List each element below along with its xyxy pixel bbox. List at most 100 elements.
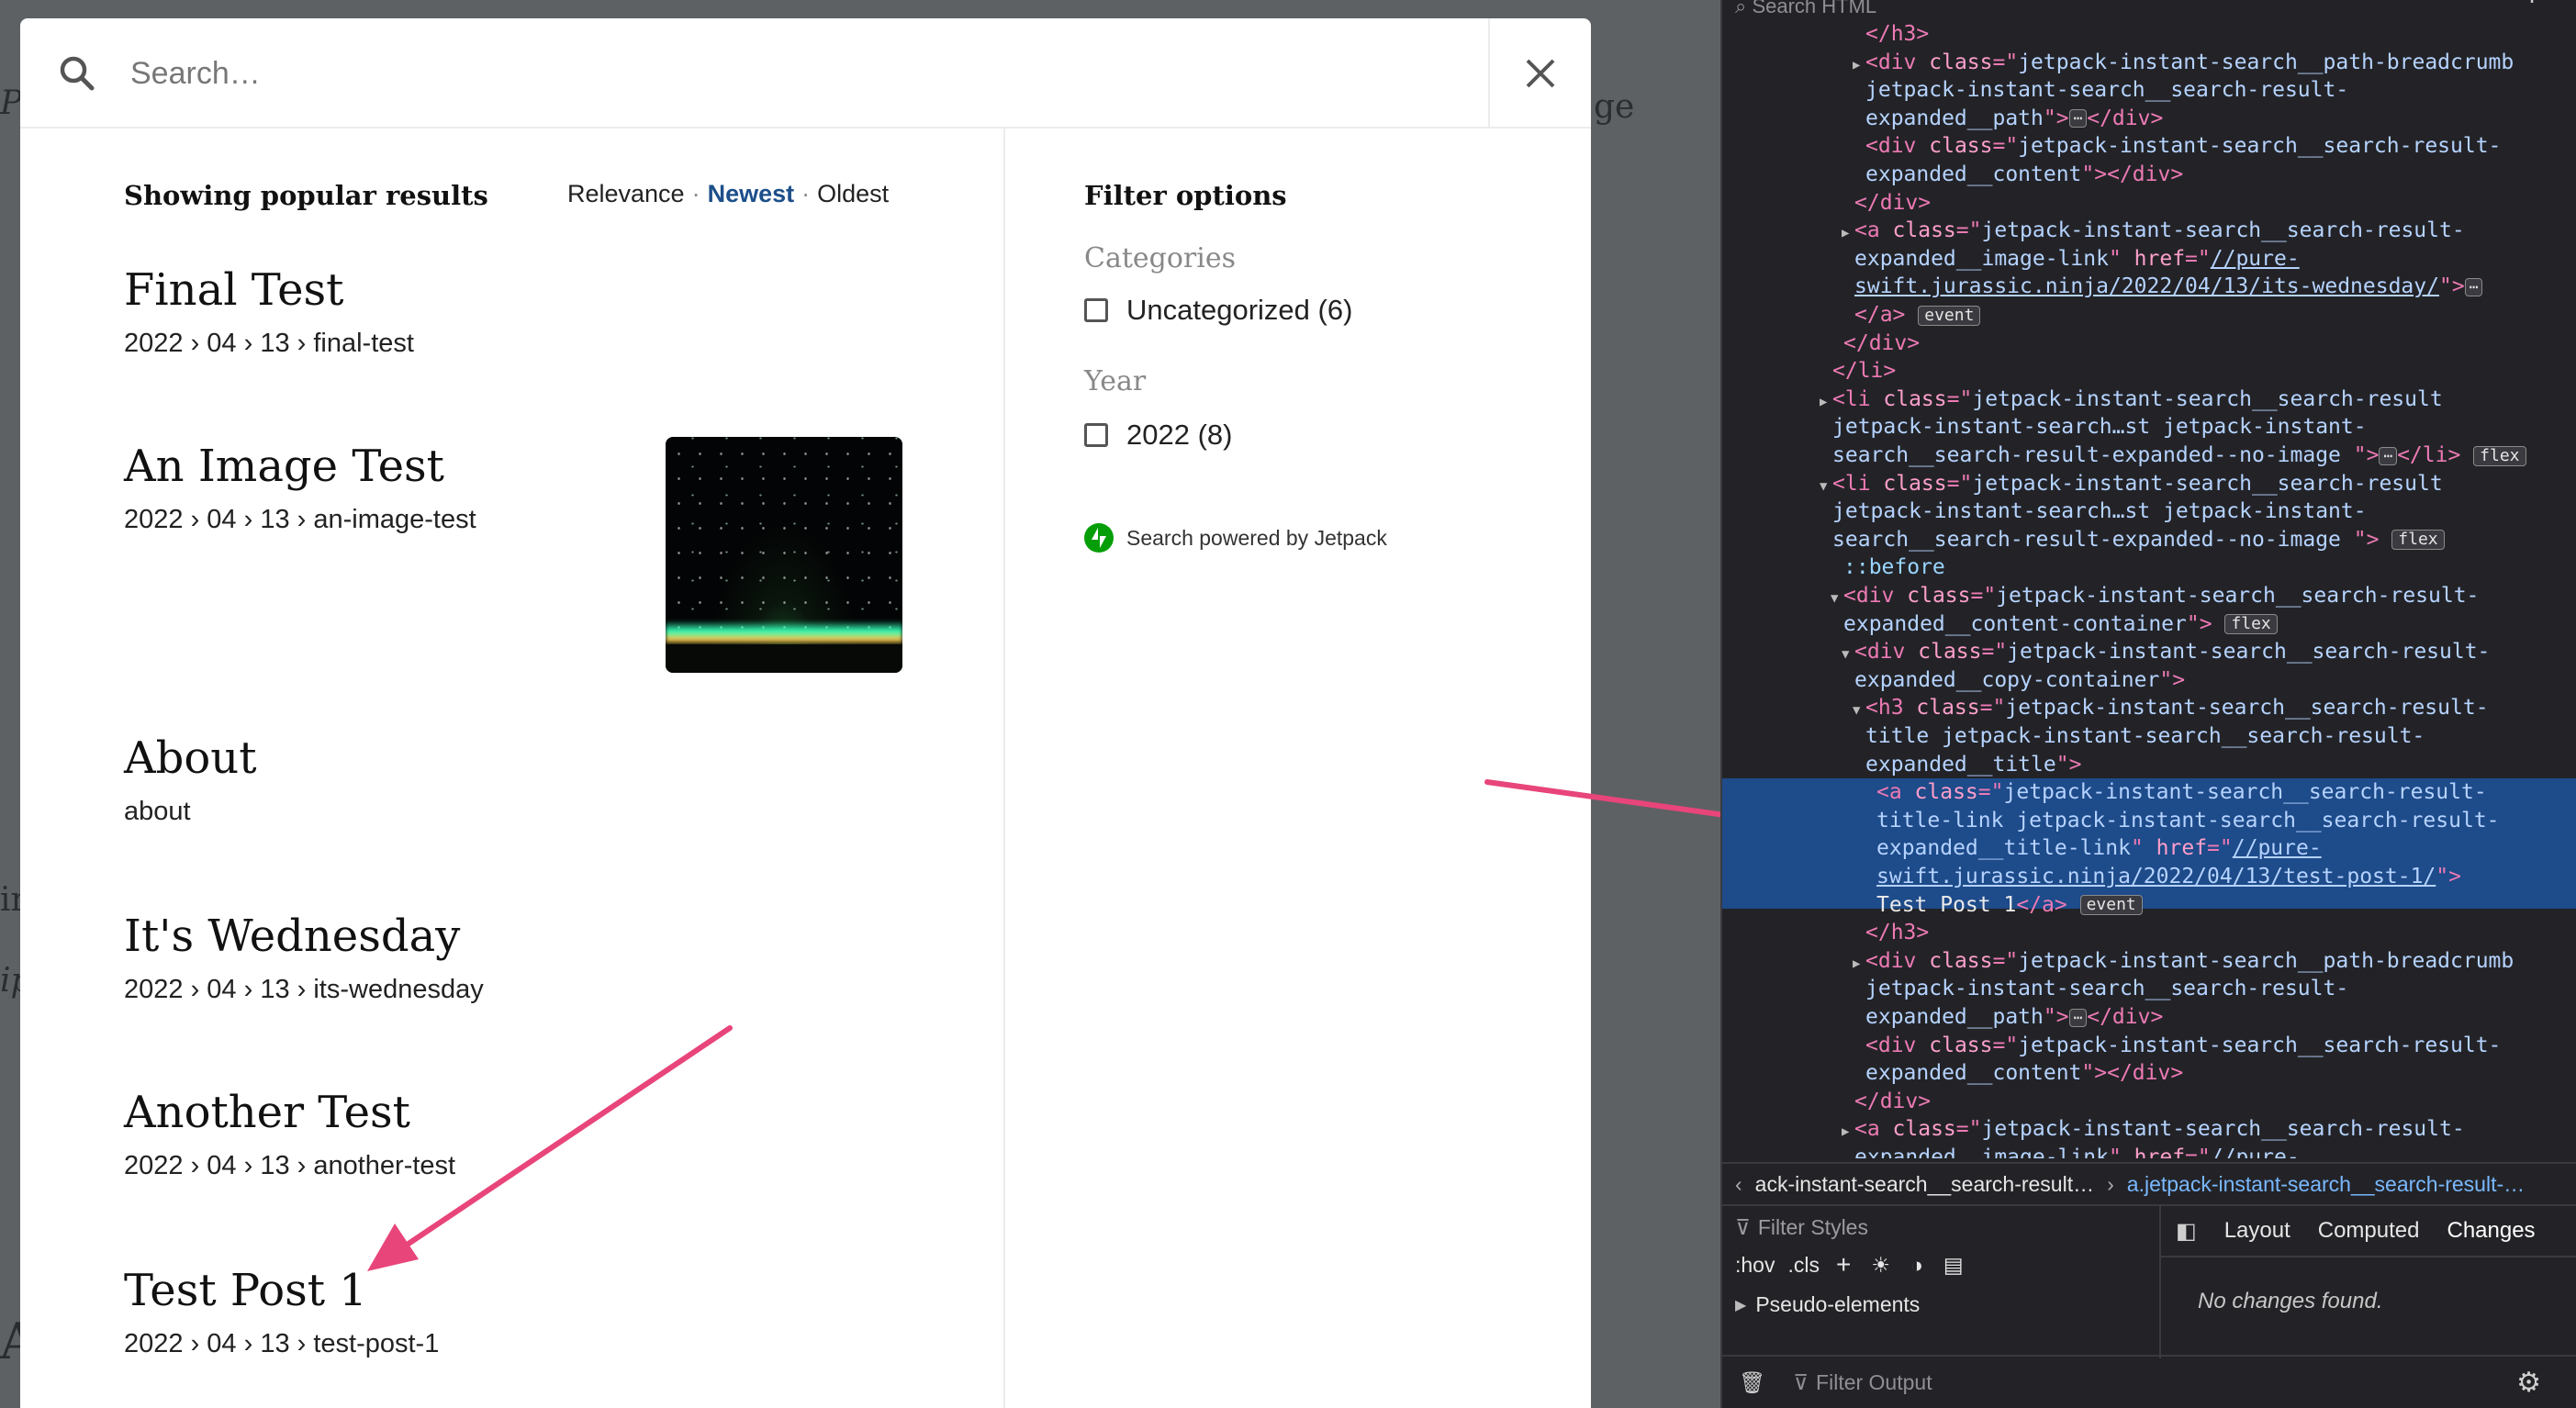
tab-layout[interactable]: Layout (2224, 1218, 2290, 1244)
html-tree-line[interactable]: ▼ <li class="jetpack-instant-search__sear… (1722, 470, 2576, 497)
html-tree-line[interactable]: expanded__content-container"> flex (1722, 610, 2576, 638)
expand-triangle-icon[interactable]: ▶ (1820, 388, 1832, 416)
filter-checkbox-year-2022[interactable]: 2022 (8) (1084, 419, 1232, 452)
result-thumbnail-image[interactable] (666, 437, 902, 673)
search-input[interactable] (130, 40, 1462, 106)
html-tree-line[interactable]: </a> event (1722, 301, 2576, 329)
html-tree-line[interactable]: expanded__image-link" href="//pure- (1722, 1144, 2576, 1158)
tab-computed[interactable]: Computed (2318, 1218, 2420, 1244)
html-tree-line[interactable]: swift.jurassic.ninja/2022/04/13/test-pos… (1722, 863, 2576, 890)
devtools-search[interactable]: ⌕ Search HTML + (1722, 0, 2576, 20)
code-token: ⋯ (2068, 1008, 2088, 1027)
close-button[interactable] (1488, 18, 1591, 129)
settings-icon[interactable]: ⚙ (2516, 1367, 2541, 1399)
expand-triangle-icon[interactable]: ▼ (1842, 641, 1854, 668)
code-token: =" (1977, 780, 2004, 805)
print-media-icon[interactable]: ▤ (1943, 1253, 1964, 1278)
sort-relevance[interactable]: Relevance (567, 180, 685, 207)
html-tree-line[interactable]: </h3> (1722, 919, 2576, 946)
html-tree-line[interactable]: expanded__title"> (1722, 751, 2576, 778)
sort-separator: · (801, 180, 811, 207)
add-rule-icon[interactable]: + (1836, 1250, 1851, 1279)
code-token: flex (2391, 530, 2445, 551)
trash-icon[interactable]: 🗑 (1739, 1370, 1765, 1395)
breadcrumb-item[interactable]: ack-instant-search__search-result… (1755, 1172, 2094, 1197)
sidebar-toggle-icon[interactable]: ◧ (2176, 1218, 2197, 1245)
jetpack-powered-link[interactable]: Search powered by Jetpack (1084, 523, 1387, 553)
filter-output-input[interactable]: Filter Output (1816, 1370, 1932, 1395)
html-tree-line[interactable]: Test Post 1</a> event (1722, 891, 2576, 919)
html-tree-line[interactable]: swift.jurassic.ninja/2022/04/13/its-wedn… (1722, 273, 2576, 300)
html-tree-line[interactable]: title jetpack-instant-search__search-res… (1722, 722, 2576, 750)
expand-triangle-icon[interactable]: ▼ (1853, 697, 1865, 724)
pseudo-elements-row[interactable]: ▶ Pseudo-elements (1735, 1292, 1920, 1317)
expand-triangle-icon[interactable]: ▶ (1853, 950, 1865, 978)
light-mode-icon[interactable]: ☀ (1871, 1253, 1890, 1278)
html-tree-line[interactable]: expanded__content"></div> (1722, 1059, 2576, 1087)
html-tree-line[interactable]: </div> (1722, 1088, 2576, 1115)
result-title-link[interactable]: About (124, 732, 932, 784)
html-tree-line[interactable]: expanded__path"> ⋯ </div> (1722, 105, 2576, 132)
html-tree-line[interactable]: search__search-result-expanded--no-image… (1722, 526, 2576, 553)
tab-changes[interactable]: Changes (2447, 1218, 2535, 1244)
html-tree-line[interactable]: expanded__content"></div> (1722, 161, 2576, 188)
html-tree-line[interactable]: ▼ <h3 class="jetpack-instant-search__sear… (1722, 694, 2576, 721)
expand-triangle-icon[interactable]: ▶ (1842, 1118, 1854, 1145)
dark-mode-icon[interactable]: ◑ (1910, 1253, 1923, 1278)
sort-newest[interactable]: Newest (708, 180, 795, 207)
sort-oldest[interactable]: Oldest (817, 180, 889, 207)
chevron-left-icon[interactable]: ‹ (1735, 1172, 1742, 1197)
result-path: 2022 › 04 › 13 › another-test (124, 1151, 456, 1180)
checkbox[interactable] (1084, 298, 1108, 322)
html-tree-line[interactable]: </li> (1722, 357, 2576, 385)
expand-triangle-icon[interactable]: ▶ (1842, 219, 1854, 247)
html-tree-line[interactable]: ::before (1722, 553, 2576, 581)
code-token: jetpack-instant-search__search-result- (1981, 218, 2465, 243)
html-tree-line[interactable]: ▼ <div class="jetpack-instant-search__sea… (1722, 582, 2576, 609)
search-results: Showing popular results Relevance · Newest… (20, 129, 1003, 1408)
html-tree-line[interactable]: <div class="jetpack-instant-search__sear… (1722, 1032, 2576, 1059)
code-token: </div> (2087, 106, 2164, 130)
html-tree-line[interactable]: expanded__path"> ⋯ </div> (1722, 1003, 2576, 1031)
result-title-link[interactable]: Final Test (124, 264, 932, 316)
filter-checkbox-uncategorized[interactable]: Uncategorized (6) (1084, 294, 1352, 327)
code-token: search__search-result-expanded--no-image (1832, 527, 2354, 552)
breadcrumb-item-current[interactable]: a.jetpack-instant-search__search-result-… (2127, 1172, 2525, 1197)
html-tree-line[interactable]: <a class="jetpack-instant-search__search… (1722, 778, 2576, 806)
expand-triangle-icon[interactable]: ▼ (1831, 585, 1843, 612)
add-node-icon[interactable]: + (2523, 0, 2541, 11)
html-tree-line[interactable]: </h3> (1722, 20, 2576, 48)
html-tree-line[interactable]: ▼ <div class="jetpack-instant-search__sea… (1722, 638, 2576, 665)
code-token: =" (1970, 584, 1997, 608)
html-tree-line[interactable]: </div> (1722, 330, 2576, 357)
html-tree-line[interactable]: expanded__image-link" href="//pure- (1722, 245, 2576, 273)
checkbox[interactable] (1084, 423, 1108, 447)
code-token: </a> (2016, 892, 2080, 917)
html-tree-line[interactable]: expanded__title-link" href="//pure- (1722, 834, 2576, 862)
html-tree-line[interactable]: jetpack-instant-search…st jetpack-instan… (1722, 497, 2576, 525)
filter-styles-field[interactable]: ⊽ Filter Styles (1735, 1215, 1868, 1240)
close-icon[interactable] (1524, 57, 1557, 90)
html-tree-line[interactable]: jetpack-instant-search…st jetpack-instan… (1722, 413, 2576, 441)
hov-toggle[interactable]: :hov (1735, 1253, 1775, 1278)
html-tree-line[interactable]: jetpack-instant-search__search-result- (1722, 975, 2576, 1002)
html-tree-line[interactable]: ▶ <div class="jetpack-instant-search__pat… (1722, 947, 2576, 975)
html-tree[interactable]: </h3> ▶ <div class="jetpack-instant-search… (1722, 20, 2576, 1158)
result-title-link[interactable]: Test Post 1 (124, 1265, 932, 1316)
html-tree-line[interactable]: ▶ <a class="jetpack-instant-search__searc… (1722, 1115, 2576, 1143)
html-tree-line[interactable]: ▶ <a class="jetpack-instant-search__searc… (1722, 217, 2576, 244)
result-title-link[interactable]: Another Test (124, 1087, 932, 1138)
html-tree-line[interactable]: </div> (1722, 189, 2576, 217)
result-title-link[interactable]: It's Wednesday (124, 911, 932, 962)
html-tree-line[interactable]: ▶ <li class="jetpack-instant-search__sear… (1722, 386, 2576, 413)
expand-triangle-icon[interactable]: ▼ (1820, 473, 1832, 500)
expand-triangle-icon[interactable]: ▶ (1853, 51, 1865, 79)
cls-toggle[interactable]: .cls (1787, 1253, 1820, 1278)
html-tree-line[interactable]: jetpack-instant-search__search-result- (1722, 76, 2576, 104)
html-tree-line[interactable]: title-link jetpack-instant-search__searc… (1722, 807, 2576, 834)
html-tree-line[interactable]: search__search-result-expanded--no-image… (1722, 441, 2576, 469)
html-tree-line[interactable]: expanded__copy-container"> (1722, 666, 2576, 694)
code-token: class (1892, 1117, 1956, 1142)
html-tree-line[interactable]: ▶ <div class="jetpack-instant-search__pat… (1722, 49, 2576, 76)
html-tree-line[interactable]: <div class="jetpack-instant-search__sear… (1722, 132, 2576, 160)
